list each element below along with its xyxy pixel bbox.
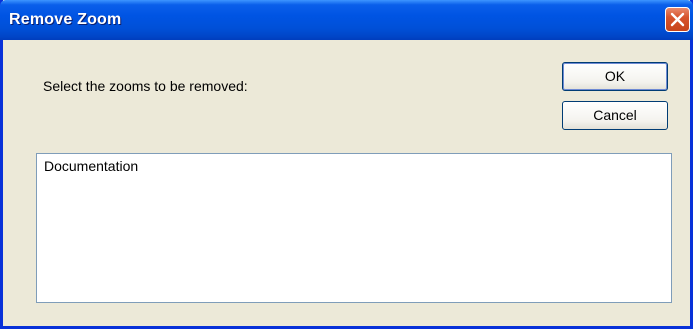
cancel-button[interactable]: Cancel [562,101,668,130]
window-title: Remove Zoom [9,11,122,28]
close-button[interactable] [665,7,690,32]
dialog-body: Select the zooms to be removed: OK Cance… [3,40,690,326]
remove-zoom-dialog: Remove Zoom Select the zooms to be remov… [0,0,693,329]
title-bar[interactable]: Remove Zoom [0,0,693,40]
close-icon [670,12,685,27]
prompt-label: Select the zooms to be removed: [43,78,248,94]
zoom-listbox[interactable]: Documentation [36,153,672,303]
list-item[interactable]: Documentation [37,154,671,174]
ok-button[interactable]: OK [562,62,668,91]
